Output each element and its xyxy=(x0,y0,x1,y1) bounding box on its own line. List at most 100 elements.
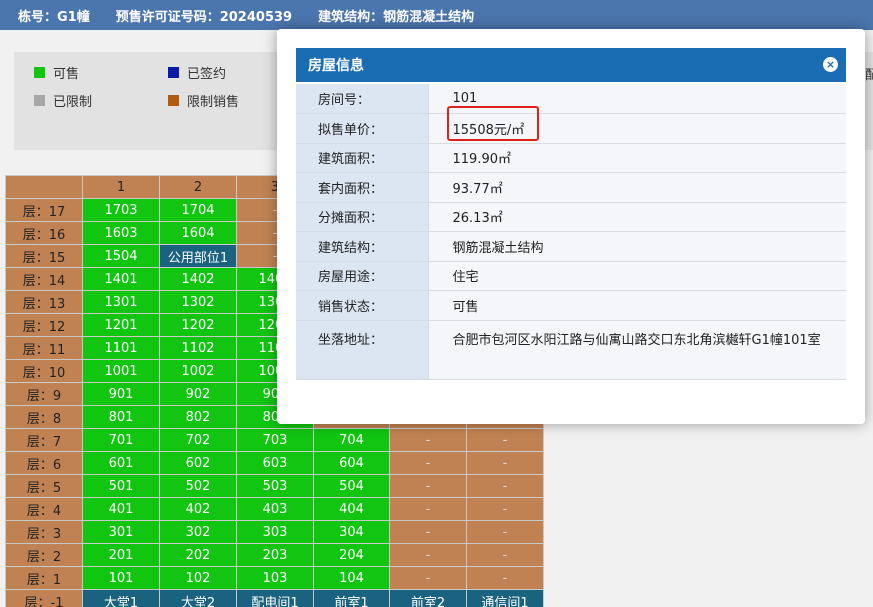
unit-cell[interactable]: 大堂1 xyxy=(82,589,160,607)
unit-cell[interactable]: 1704 xyxy=(159,198,237,222)
unit-cell[interactable]: 503 xyxy=(236,474,314,498)
floor-label: 层：10 xyxy=(5,359,83,383)
info-label: 销售状态： xyxy=(296,290,428,321)
unit-cell[interactable]: 802 xyxy=(159,405,237,429)
info-label: 拟售单价： xyxy=(296,113,428,144)
unit-cell[interactable]: 1002 xyxy=(159,359,237,383)
unit-cell[interactable]: 103 xyxy=(236,566,314,590)
floor-label: 层：8 xyxy=(5,405,83,429)
building-info-bar: 栋号：G1幢 预售许可证号码：20240539 建筑结构：钢筋混凝土结构 xyxy=(0,0,873,30)
unit-cell[interactable]: 前室1 xyxy=(313,589,390,607)
unit-cell[interactable]: 301 xyxy=(82,520,160,544)
unit-cell[interactable]: 配电间1 xyxy=(236,589,314,607)
legend-swatch xyxy=(168,67,179,78)
info-row: 销售状态： 可售 xyxy=(296,290,846,321)
floor-row: 层：-1 大堂1 大堂2 配电间1 前室1 前室2 通信间1 xyxy=(5,589,544,607)
close-icon[interactable]: × xyxy=(823,57,838,72)
unit-cell[interactable]: 101 xyxy=(82,566,160,590)
unit-cell[interactable]: 1302 xyxy=(159,290,237,314)
unit-cell[interactable]: 1401 xyxy=(82,267,160,291)
unit-cell[interactable]: 104 xyxy=(313,566,390,590)
unit-cell[interactable]: 601 xyxy=(82,451,160,475)
unit-cell[interactable]: 1001 xyxy=(82,359,160,383)
column-header xyxy=(5,175,83,199)
info-row: 房间号： 101 xyxy=(296,84,846,114)
floor-row: 层：2 201 202 203 204- - xyxy=(5,543,544,567)
unit-cell[interactable]: 1703 xyxy=(82,198,160,222)
unit-cell[interactable]: 404 xyxy=(313,497,390,521)
building-structure: 建筑结构：钢筋混凝土结构 xyxy=(318,9,475,25)
info-value: 119.90㎡ xyxy=(427,143,846,173)
legend-swatch xyxy=(34,67,45,78)
floor-label: 层：11 xyxy=(5,336,83,360)
unit-cell[interactable]: 603 xyxy=(236,451,314,475)
empty-unit-cell: - xyxy=(389,566,467,590)
info-row: 坐落地址： 合肥市包河区水阳江路与仙寓山路交口东北角滨樾轩G1幢101室 xyxy=(296,320,846,380)
legend-label: 已签约 xyxy=(187,67,227,82)
unit-cell[interactable]: 701 xyxy=(82,428,160,452)
unit-cell[interactable]: 公用部位1 xyxy=(159,244,237,268)
unit-cell[interactable]: 1301 xyxy=(82,290,160,314)
unit-cell[interactable]: 302 xyxy=(159,520,237,544)
unit-cell[interactable]: 1201 xyxy=(82,313,160,337)
unit-cell[interactable]: 704 xyxy=(313,428,390,452)
legend-label: 已限制 xyxy=(53,95,93,110)
unit-cell[interactable]: 102 xyxy=(159,566,237,590)
floor-row: 层：3 301 302 303 304- - xyxy=(5,520,544,544)
info-value: 住宅 xyxy=(427,261,846,291)
unit-cell[interactable]: 1402 xyxy=(159,267,237,291)
unit-cell[interactable]: 204 xyxy=(313,543,390,567)
info-label: 建筑结构： xyxy=(296,231,428,262)
info-label: 房间号： xyxy=(296,84,428,114)
unit-cell[interactable]: 前室2 xyxy=(389,589,467,607)
unit-cell[interactable]: 201 xyxy=(82,543,160,567)
unit-cell[interactable]: 502 xyxy=(159,474,237,498)
unit-cell[interactable]: 1604 xyxy=(159,221,237,245)
empty-unit-cell: - xyxy=(466,520,544,544)
floor-label: 层：6 xyxy=(5,451,83,475)
unit-cell[interactable]: 703 xyxy=(236,428,314,452)
info-row: 房屋用途： 住宅 xyxy=(296,261,846,291)
legend-label: 可售 xyxy=(53,67,80,82)
floor-row: 层：7 701 702 703 704- - xyxy=(5,428,544,452)
empty-unit-cell: - xyxy=(389,428,467,452)
empty-unit-cell: - xyxy=(466,497,544,521)
legend-item-restricted: 已限制 xyxy=(34,91,92,110)
unit-cell[interactable]: 大堂2 xyxy=(159,589,237,607)
unit-cell[interactable]: 304 xyxy=(313,520,390,544)
unit-cell[interactable]: 1102 xyxy=(159,336,237,360)
floor-label: 层：2 xyxy=(5,543,83,567)
unit-cell[interactable]: 902 xyxy=(159,382,237,406)
floor-label: 层：14 xyxy=(5,267,83,291)
legend-label: 配 xyxy=(865,68,873,83)
unit-cell[interactable]: 202 xyxy=(159,543,237,567)
empty-unit-cell: - xyxy=(466,451,544,475)
unit-cell[interactable]: 401 xyxy=(82,497,160,521)
floor-row: 层：1 101 102 103 104- - xyxy=(5,566,544,590)
unit-cell[interactable]: 1603 xyxy=(82,221,160,245)
unit-cell[interactable]: 1202 xyxy=(159,313,237,337)
info-value: 合肥市包河区水阳江路与仙寓山路交口东北角滨樾轩G1幢101室 xyxy=(427,320,846,380)
unit-cell[interactable]: 通信间1 xyxy=(466,589,544,607)
unit-cell[interactable]: 801 xyxy=(82,405,160,429)
unit-cell[interactable]: 1504 xyxy=(82,244,160,268)
unit-cell[interactable]: 504 xyxy=(313,474,390,498)
floor-label: 层：-1 xyxy=(5,589,83,607)
unit-cell[interactable]: 402 xyxy=(159,497,237,521)
unit-cell[interactable]: 602 xyxy=(159,451,237,475)
unit-cell[interactable]: 403 xyxy=(236,497,314,521)
legend-item-clipped: 配 xyxy=(865,64,873,83)
building-number: 栋号：G1幢 xyxy=(18,9,90,25)
unit-cell[interactable]: 203 xyxy=(236,543,314,567)
unit-cell[interactable]: 1101 xyxy=(82,336,160,360)
legend-item-available: 可售 xyxy=(34,63,79,82)
info-row: 分摊面积： 26.13㎡ xyxy=(296,202,846,232)
unit-cell[interactable]: 501 xyxy=(82,474,160,498)
unit-cell[interactable]: 702 xyxy=(159,428,237,452)
unit-cell[interactable]: 901 xyxy=(82,382,160,406)
info-row: 套内面积： 93.77㎡ xyxy=(296,172,846,203)
unit-cell[interactable]: 604 xyxy=(313,451,390,475)
dialog-title: 房屋信息 xyxy=(308,58,364,74)
unit-cell[interactable]: 303 xyxy=(236,520,314,544)
column-header: 1 xyxy=(82,175,160,199)
